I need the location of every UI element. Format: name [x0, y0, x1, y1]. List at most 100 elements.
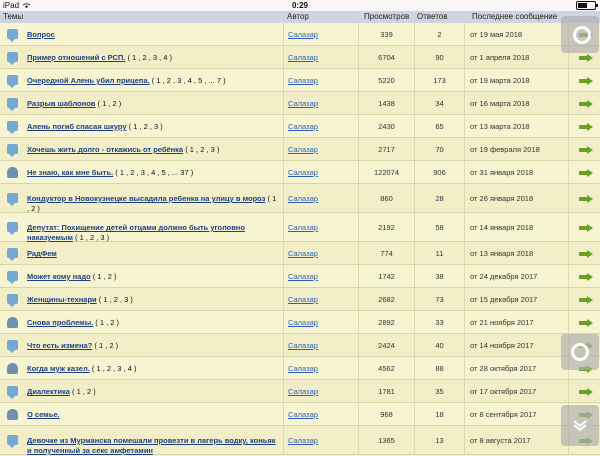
page-links[interactable]: ( 1 , 2 , 3 , 4 , 5 , ... 7 ) — [150, 76, 226, 85]
arrow-right-icon[interactable] — [579, 54, 593, 62]
author-link[interactable]: Салазар — [288, 410, 318, 419]
arrow-right-icon[interactable] — [579, 100, 593, 108]
table-row[interactable]: О семье. Салазар 968 18 от 8 сентября 20… — [0, 403, 600, 426]
page-links[interactable]: ( 1 , 2 , 3 ) — [127, 122, 163, 131]
page-links[interactable]: ( 1 , 2 , 3 ) — [97, 295, 133, 304]
table-row[interactable]: Не знаю, как мне быть. ( 1 , 2 , 3 , 4 ,… — [0, 161, 600, 184]
topic-link[interactable]: Депутат: Похищение детей отцами должно б… — [27, 223, 245, 242]
table-row[interactable]: Диалектика ( 1 , 2 ) Салазар 1781 35 от … — [0, 380, 600, 403]
author-link[interactable]: Салазар — [288, 272, 318, 281]
table-row[interactable]: Снова проблемы. ( 1 , 2 ) Салазар 2892 3… — [0, 311, 600, 334]
home-button[interactable] — [561, 334, 599, 370]
topic-link[interactable]: Пример отношений с РСП. — [27, 53, 125, 62]
arrow-right-icon[interactable] — [579, 77, 593, 85]
go-cell[interactable] — [569, 380, 600, 402]
page-links[interactable]: ( 1 , 2 , 3 , 4 , 5 , ... 37 ) — [113, 168, 193, 177]
table-row[interactable]: Когда муж казел. ( 1 , 2 , 3 , 4 ) Салаз… — [0, 357, 600, 380]
author-link[interactable]: Салазар — [288, 387, 318, 396]
topic-link[interactable]: Вопрос — [27, 30, 55, 39]
author-link[interactable]: Салазар — [288, 295, 318, 304]
go-cell[interactable] — [569, 265, 600, 287]
arrow-right-icon[interactable] — [579, 273, 593, 281]
go-cell[interactable] — [569, 161, 600, 183]
topic-link[interactable]: Когда муж казел. — [27, 364, 90, 373]
go-cell[interactable] — [569, 311, 600, 333]
topic-link[interactable]: Хочешь жить долго - откажись от ребёнка — [27, 145, 183, 154]
table-row[interactable]: Что есть измена? ( 1 , 2 ) Салазар 2424 … — [0, 334, 600, 357]
arrow-right-icon[interactable] — [579, 250, 593, 258]
author-link[interactable]: Салазар — [288, 194, 318, 203]
author-link[interactable]: Салазар — [288, 318, 318, 327]
topic-link[interactable]: Может кому надо — [27, 272, 91, 281]
views-count: 1781 — [378, 387, 395, 396]
answers-count: 2 — [437, 30, 442, 39]
go-cell[interactable] — [569, 242, 600, 264]
go-cell[interactable] — [569, 288, 600, 310]
table-row[interactable]: Хочешь жить долго - откажись от ребёнка … — [0, 138, 600, 161]
table-row[interactable]: Пример отношений с РСП. ( 1 , 2 , 3 , 4 … — [0, 46, 600, 69]
author-link[interactable]: Салазар — [288, 53, 318, 62]
arrow-right-icon[interactable] — [579, 195, 593, 203]
arrow-right-icon[interactable] — [579, 319, 593, 327]
answers-count: 58 — [435, 223, 444, 232]
arrow-right-icon[interactable] — [579, 169, 593, 177]
author-link[interactable]: Салазар — [288, 30, 318, 39]
author-cell: Салазар — [284, 184, 359, 212]
menu-button[interactable] — [561, 16, 599, 53]
go-cell[interactable] — [569, 69, 600, 91]
page-links[interactable]: ( 1 , 2 ) — [92, 341, 118, 350]
table-row[interactable]: Очередной Алень убил прицепа. ( 1 , 2 , … — [0, 69, 600, 92]
author-link[interactable]: Салазар — [288, 249, 318, 258]
page-links[interactable]: ( 1 , 2 , 3 , 4 ) — [90, 364, 137, 373]
page-links[interactable]: ( 1 , 2 ) — [91, 272, 117, 281]
go-cell[interactable] — [569, 213, 600, 241]
topic-link[interactable]: Кондуктор в Новокузнецке высадила ребенк… — [27, 194, 265, 203]
topic-link[interactable]: Женщины-технари — [27, 295, 97, 304]
scroll-down-button[interactable] — [561, 405, 599, 446]
page-links[interactable]: ( 1 , 2 , 3 ) — [73, 233, 109, 242]
page-links[interactable]: ( 1 , 2 , 3 , 4 ) — [125, 53, 172, 62]
author-link[interactable]: Салазар — [288, 76, 318, 85]
topic-link[interactable]: О семье. — [27, 410, 60, 419]
author-link[interactable]: Салазар — [288, 223, 318, 232]
last-post-cell: от 14 января 2018 — [465, 213, 569, 241]
topic-link[interactable]: Алень погиб спасая шкуру — [27, 122, 127, 131]
arrow-right-icon[interactable] — [579, 296, 593, 304]
go-cell[interactable] — [569, 138, 600, 160]
topic-link[interactable]: Снова проблемы. — [27, 318, 93, 327]
go-cell[interactable] — [569, 92, 600, 114]
author-link[interactable]: Салазар — [288, 436, 318, 445]
page-links[interactable]: ( 1 , 2 ) — [93, 318, 119, 327]
topic-link[interactable]: Диалектика — [27, 387, 70, 396]
author-link[interactable]: Салазар — [288, 122, 318, 131]
page-links[interactable]: ( 1 , 2 ) — [70, 387, 96, 396]
topic-link[interactable]: Что есть измена? — [27, 341, 92, 350]
page-links[interactable]: ( 1 , 2 , 3 ) — [183, 145, 219, 154]
topic-link[interactable]: РадФем — [27, 249, 57, 258]
table-row[interactable]: Может кому надо ( 1 , 2 ) Салазар 1742 3… — [0, 265, 600, 288]
table-row[interactable]: Кондуктор в Новокузнецке высадила ребенк… — [0, 184, 600, 213]
arrow-right-icon[interactable] — [579, 146, 593, 154]
author-link[interactable]: Салазар — [288, 364, 318, 373]
table-row[interactable]: РадФем Салазар 774 11 от 13 января 2018 — [0, 242, 600, 265]
topic-link[interactable]: Очередной Алень убил прицепа. — [27, 76, 150, 85]
author-link[interactable]: Салазар — [288, 145, 318, 154]
author-link[interactable]: Салазар — [288, 168, 318, 177]
table-row[interactable]: Алень погиб спасая шкуру ( 1 , 2 , 3 ) С… — [0, 115, 600, 138]
go-cell[interactable] — [569, 184, 600, 212]
table-row[interactable]: Женщины-технари ( 1 , 2 , 3 ) Салазар 26… — [0, 288, 600, 311]
author-link[interactable]: Салазар — [288, 99, 318, 108]
page-links[interactable]: ( 1 , 2 ) — [95, 99, 122, 108]
table-row[interactable]: Депутат: Похищение детей отцами должно б… — [0, 213, 600, 242]
topic-link[interactable]: Разрыв шаблонов — [27, 99, 95, 108]
topic-link[interactable]: Девочке из Мурманска помешали провезти в… — [27, 436, 276, 455]
table-row[interactable]: Девочке из Мурманска помешали провезти в… — [0, 426, 600, 455]
arrow-right-icon[interactable] — [579, 224, 593, 232]
author-link[interactable]: Салазар — [288, 341, 318, 350]
go-cell[interactable] — [569, 115, 600, 137]
table-row[interactable]: Разрыв шаблонов ( 1 , 2 ) Салазар 1438 3… — [0, 92, 600, 115]
arrow-right-icon[interactable] — [579, 388, 593, 396]
topic-link[interactable]: Не знаю, как мне быть. — [27, 168, 113, 177]
arrow-right-icon[interactable] — [579, 123, 593, 131]
table-row[interactable]: Вопрос Салазар 339 2 от 19 мая 2018 — [0, 23, 600, 46]
